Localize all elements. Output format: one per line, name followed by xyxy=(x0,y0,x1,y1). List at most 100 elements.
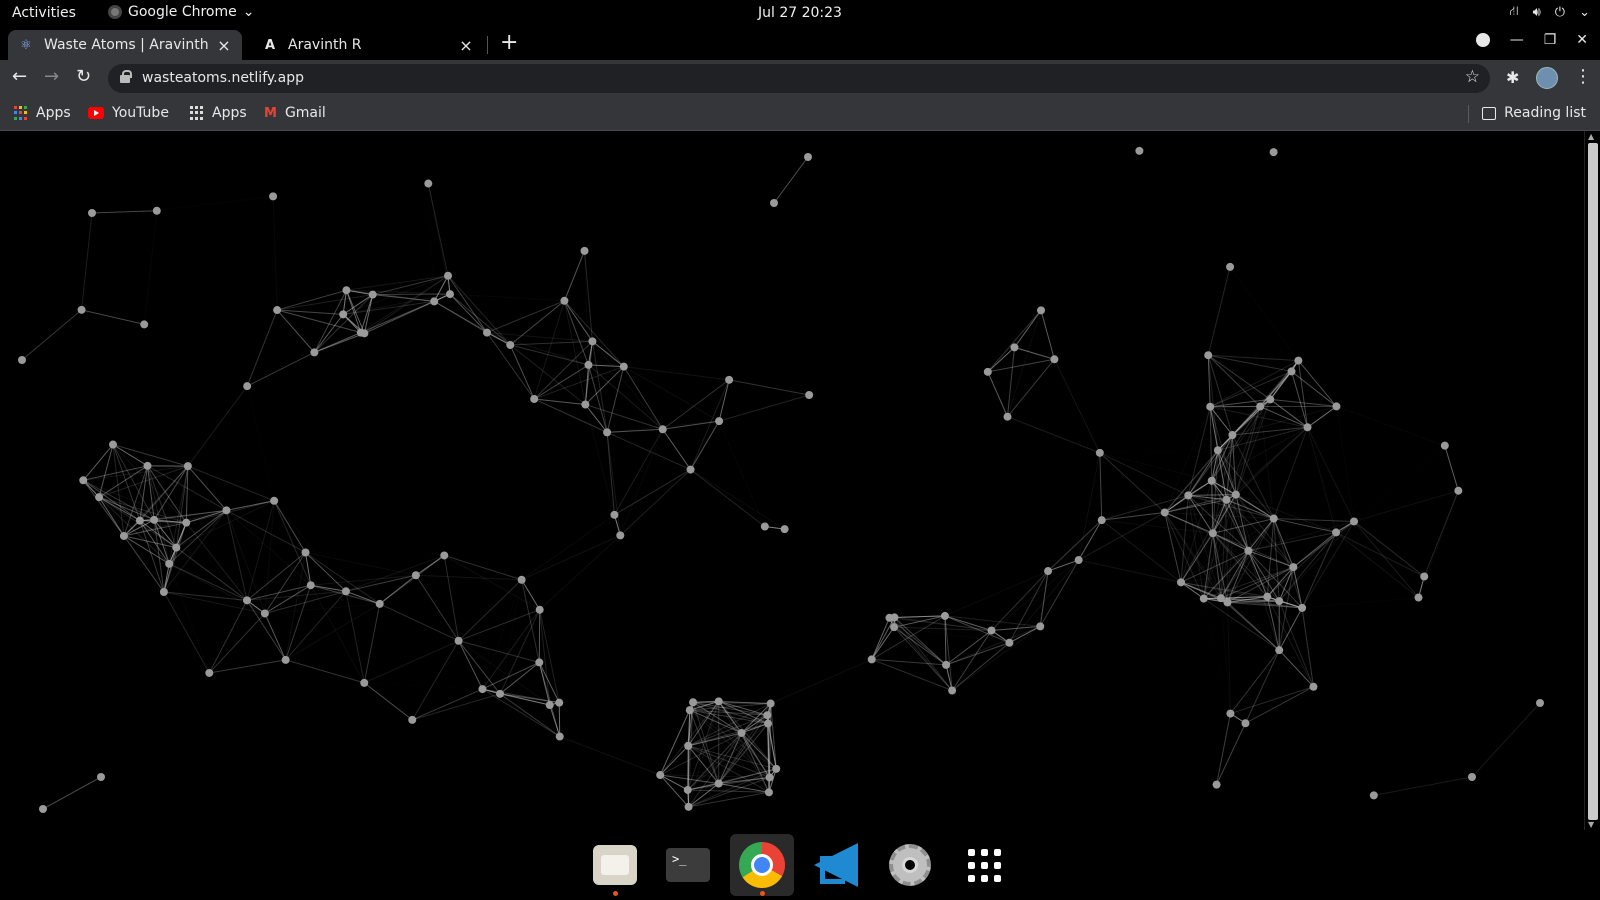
particle-link xyxy=(944,570,1049,617)
scroll-down-arrow-icon[interactable]: ▼ xyxy=(1588,820,1594,829)
particle-link xyxy=(945,630,992,666)
particle-link xyxy=(310,584,365,684)
particle-link xyxy=(264,584,312,614)
bookmark-star-icon[interactable]: ☆ xyxy=(1465,67,1480,87)
particle-node xyxy=(1005,638,1014,647)
particle-node xyxy=(610,510,619,519)
particle-node xyxy=(1454,486,1463,495)
particle-node xyxy=(205,668,214,677)
particle-node xyxy=(535,605,544,614)
tab-waste-atoms[interactable]: ⚛ Waste Atoms | Aravinth × xyxy=(8,30,242,60)
dock-chrome[interactable] xyxy=(730,834,794,896)
particle-node xyxy=(165,559,174,568)
power-icon[interactable]: ⏻ xyxy=(1555,5,1565,20)
particle-link xyxy=(226,500,275,511)
particle-node xyxy=(482,328,491,337)
tab-aravinth-r[interactable]: A Aravinth R × xyxy=(252,30,484,60)
page-viewport[interactable] xyxy=(0,131,1600,830)
particle-link xyxy=(285,552,307,660)
particle-link xyxy=(1007,416,1100,454)
bookmark-apps-2[interactable]: Apps xyxy=(190,105,247,121)
more-menu-icon[interactable]: ⋮ xyxy=(1574,66,1592,87)
back-arrow-icon[interactable]: ← xyxy=(12,66,27,87)
chevron-down-icon[interactable]: ⌄ xyxy=(1579,5,1590,20)
particle-link xyxy=(729,379,810,396)
particle-link xyxy=(1278,649,1314,688)
forward-arrow-icon[interactable]: → xyxy=(44,66,59,87)
scrollbar-thumb[interactable] xyxy=(1588,143,1598,820)
particle-link xyxy=(509,344,535,400)
close-icon[interactable]: × xyxy=(216,36,232,55)
particle-link xyxy=(1301,532,1337,609)
dock-vscode[interactable] xyxy=(804,834,868,896)
restore-icon[interactable]: ❐ xyxy=(1544,32,1557,48)
particle-node xyxy=(408,715,417,724)
particle-node xyxy=(683,785,692,794)
dock-files[interactable] xyxy=(583,834,647,896)
close-icon[interactable]: × xyxy=(458,36,474,55)
dock-settings[interactable] xyxy=(878,834,942,896)
tab-search-icon[interactable] xyxy=(1475,33,1490,47)
particle-link xyxy=(893,626,953,691)
bookmark-apps[interactable]: Apps xyxy=(14,105,71,121)
particle-node xyxy=(1287,367,1296,376)
particle-link xyxy=(443,555,460,641)
chrome-icon xyxy=(739,842,785,888)
particle-link xyxy=(42,776,102,810)
particle-node xyxy=(1044,567,1053,576)
particle-link xyxy=(81,212,93,310)
particle-network-canvas[interactable] xyxy=(0,131,1584,830)
dock-terminal[interactable]: >_ xyxy=(656,834,720,896)
particle-node xyxy=(339,310,348,319)
new-tab-button[interactable]: + xyxy=(500,30,518,55)
vertical-scrollbar[interactable]: ▲ ▼ xyxy=(1584,131,1600,830)
particle-link xyxy=(427,183,449,276)
reading-list-label: Reading list xyxy=(1504,105,1586,121)
clock[interactable]: Jul 27 20:23 xyxy=(0,5,1600,21)
bookmark-youtube[interactable]: YouTube xyxy=(88,105,169,121)
particle-link xyxy=(718,394,810,422)
particle-link xyxy=(1273,427,1309,519)
extensions-puzzle-icon[interactable]: ✱ xyxy=(1506,68,1519,87)
network-icon[interactable]: ⛙ xyxy=(1509,4,1518,21)
particle-node xyxy=(1226,709,1235,718)
volume-icon[interactable]: 🔊︎ xyxy=(1533,5,1541,20)
reload-icon[interactable]: ↻ xyxy=(76,66,91,87)
particle-node xyxy=(281,655,290,664)
profile-avatar[interactable] xyxy=(1536,67,1558,89)
particle-node xyxy=(368,290,377,299)
particle-node xyxy=(273,306,282,315)
particle-link xyxy=(1099,452,1189,496)
particle-node xyxy=(1244,546,1253,555)
particle-node xyxy=(715,417,724,426)
dock-show-apps[interactable] xyxy=(952,834,1016,896)
gmail-icon: M xyxy=(264,105,277,121)
particle-node xyxy=(269,192,278,201)
reading-list-button[interactable]: Reading list xyxy=(1482,105,1586,121)
bookmark-gmail[interactable]: M Gmail xyxy=(264,105,326,121)
particle-link xyxy=(345,590,380,605)
particle-link xyxy=(1007,358,1055,418)
particle-node xyxy=(1216,594,1225,603)
particle-node xyxy=(1256,402,1265,411)
particle-link xyxy=(533,398,608,433)
particle-link xyxy=(1053,359,1101,454)
scroll-up-arrow-icon[interactable]: ▲ xyxy=(1588,132,1594,141)
particle-node xyxy=(616,531,625,540)
particle-node xyxy=(1332,402,1341,411)
address-bar[interactable]: wasteatoms.netlify.app ☆ xyxy=(108,64,1490,93)
particle-node xyxy=(1303,423,1312,432)
particle-node xyxy=(689,698,698,707)
url-text[interactable]: wasteatoms.netlify.app xyxy=(142,70,304,86)
particle-node xyxy=(1050,355,1059,364)
close-window-icon[interactable]: ✕ xyxy=(1576,32,1588,48)
particle-link xyxy=(1216,713,1231,785)
particle-node xyxy=(341,587,350,596)
particle-node xyxy=(1269,514,1278,523)
lock-icon[interactable] xyxy=(120,70,132,83)
particle-link xyxy=(1278,600,1314,687)
system-tray[interactable]: ⛙ 🔊︎ ⏻ ⌄ xyxy=(1509,4,1590,21)
tab-title: Aravinth R xyxy=(288,37,362,53)
particle-link xyxy=(1078,559,1182,583)
minimize-icon[interactable]: — xyxy=(1510,32,1524,48)
